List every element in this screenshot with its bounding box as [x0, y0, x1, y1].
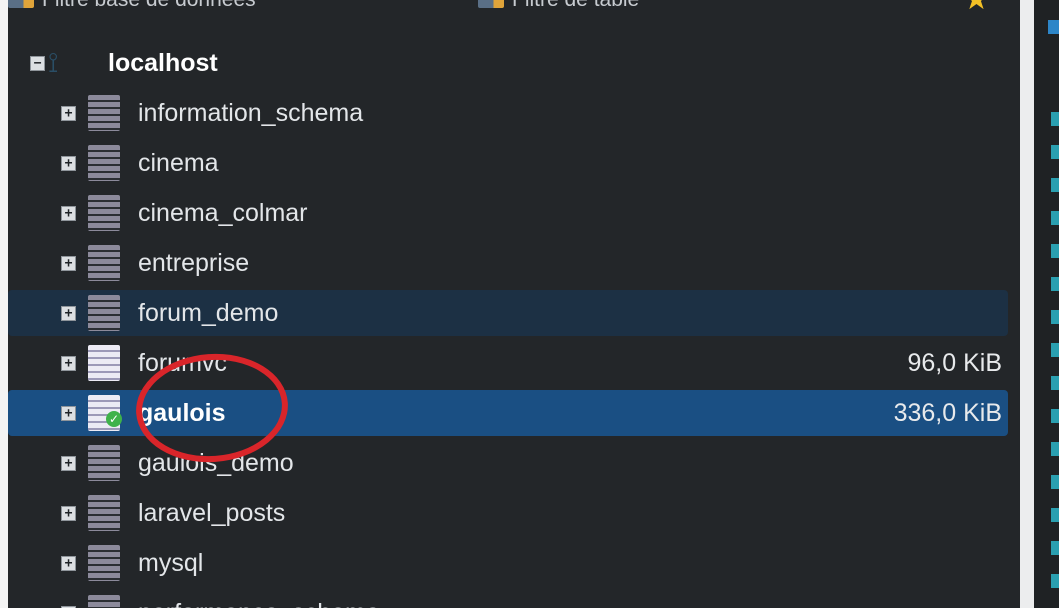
tree-item-mysql[interactable]: + mysql: [8, 540, 1008, 586]
table-cell-indicator: [1051, 508, 1059, 522]
database-icon: [88, 445, 120, 481]
server-icon: ⟟: [48, 47, 59, 78]
expand-icon[interactable]: +: [61, 505, 76, 521]
table-cell-indicator: [1051, 277, 1059, 291]
database-icon: [88, 295, 120, 331]
database-tree-panel: Filtre base de données Filtre de table ★…: [8, 0, 1020, 608]
database-filter-icon: [8, 0, 34, 8]
database-icon: [88, 545, 120, 581]
tree-item-label: laravel_posts: [138, 498, 286, 527]
tree-item-label: cinema_colmar: [138, 198, 308, 227]
server-node[interactable]: − ⟟ localhost: [8, 40, 1008, 86]
collapse-icon[interactable]: −: [30, 55, 45, 71]
tree-item-label: entreprise: [138, 248, 250, 277]
tree-item-label: cinema: [138, 148, 219, 177]
database-icon: [88, 95, 120, 131]
database-icon: [88, 495, 120, 531]
table-cell-indicator: [1051, 343, 1059, 357]
expand-icon[interactable]: +: [61, 355, 76, 371]
tree-item-forumvc[interactable]: + forumvc 96,0 KiB: [8, 340, 1008, 386]
tree-item-label: forumvc: [138, 348, 227, 377]
table-cell-indicator: [1051, 574, 1059, 588]
table-cell-indicator: [1051, 310, 1059, 324]
expand-icon[interactable]: +: [61, 405, 76, 421]
star-icon[interactable]: ★: [963, 0, 990, 17]
tree-item-gaulois[interactable]: + ✓ gaulois 336,0 KiB: [8, 390, 1008, 436]
expand-icon[interactable]: +: [61, 105, 76, 121]
database-filter[interactable]: Filtre base de données: [8, 0, 256, 12]
table-cell-indicator: [1051, 376, 1059, 390]
expand-icon[interactable]: +: [61, 455, 76, 471]
table-filter-label: Filtre de table: [512, 0, 639, 12]
tree-item-performance-schema[interactable]: + performance_schema: [8, 590, 1008, 608]
expand-icon[interactable]: +: [61, 305, 76, 321]
table-cell-indicator: [1051, 409, 1059, 423]
table-filter[interactable]: Filtre de table: [478, 0, 639, 12]
database-icon: [88, 145, 120, 181]
tree-item-forum-demo[interactable]: + forum_demo: [8, 290, 1008, 336]
right-side-panel: [1020, 0, 1059, 608]
tree-item-label: gaulois_demo: [138, 448, 294, 477]
filter-bar: Filtre base de données Filtre de table ★: [8, 0, 1020, 18]
expand-icon[interactable]: +: [61, 255, 76, 271]
tree-item-label: performance_schema: [138, 599, 380, 608]
tree-item-cinema[interactable]: + cinema: [8, 140, 1008, 186]
table-cell-indicator: [1051, 475, 1059, 489]
tree-item-gaulois-demo[interactable]: + gaulois_demo: [8, 440, 1008, 486]
tree-item-laravel-posts[interactable]: + laravel_posts: [8, 490, 1008, 536]
expand-icon[interactable]: +: [61, 205, 76, 221]
database-icon: [88, 195, 120, 231]
table-cell-indicator: [1051, 541, 1059, 555]
database-icon: ✓: [88, 395, 122, 431]
database-size: 336,0 KiB: [893, 398, 1002, 427]
window-edge: [0, 0, 8, 608]
table-cell-indicator: [1051, 244, 1059, 258]
screenshot-root: Filtre base de données Filtre de table ★…: [0, 0, 1059, 608]
database-icon: [88, 245, 120, 281]
expand-icon[interactable]: +: [61, 155, 76, 171]
table-cell-indicator: [1051, 112, 1059, 126]
check-icon: ✓: [106, 411, 122, 427]
database-filter-label: Filtre base de données: [42, 0, 256, 12]
panel-divider[interactable]: [1020, 0, 1034, 608]
table-filter-icon: [478, 0, 504, 8]
server-label: localhost: [108, 48, 218, 77]
table-cell-indicator: [1051, 442, 1059, 456]
tree-item-cinema-colmar[interactable]: + cinema_colmar: [8, 190, 1008, 236]
tree-item-entreprise[interactable]: + entreprise: [8, 240, 1008, 286]
table-cell-indicator: [1051, 145, 1059, 159]
right-panel-tab[interactable]: [1048, 20, 1059, 34]
table-cell-indicator: [1051, 178, 1059, 192]
table-cell-indicator: [1051, 211, 1059, 225]
tree-item-label: mysql: [138, 548, 204, 577]
tree-item-label: forum_demo: [138, 298, 279, 327]
database-icon: [88, 595, 120, 608]
tree-item-label: gaulois: [138, 398, 226, 427]
tree-item-label: information_schema: [138, 98, 364, 127]
tree-item-information-schema[interactable]: + information_schema: [8, 90, 1008, 136]
expand-icon[interactable]: +: [61, 555, 76, 571]
database-size: 96,0 KiB: [907, 348, 1002, 377]
database-icon: [88, 345, 120, 381]
